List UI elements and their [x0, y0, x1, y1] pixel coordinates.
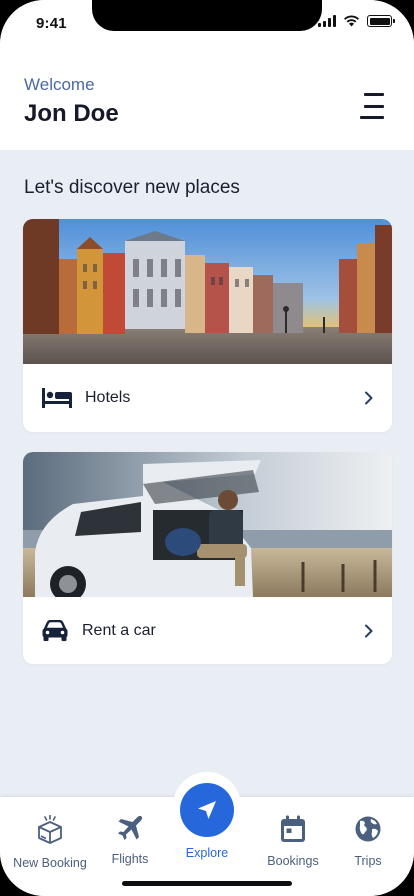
rent-a-car-card[interactable]: Rent a car	[23, 452, 392, 664]
menu-line	[364, 93, 384, 96]
chevron-right-icon[interactable]	[364, 391, 374, 405]
cellular-signal-icon	[318, 15, 336, 27]
header: 9:41 Welcome Jon Doe	[0, 0, 414, 150]
car-icon	[42, 619, 68, 641]
wifi-icon	[344, 15, 359, 27]
section-title: Let's discover new places	[24, 177, 240, 198]
airplane-icon	[118, 815, 143, 840]
status-time: 9:41	[36, 15, 67, 32]
nav-label: Explore	[185, 846, 229, 860]
box-icon	[38, 814, 62, 844]
status-icons	[318, 15, 395, 27]
card-label: Hotels	[85, 389, 131, 406]
device-notch	[92, 0, 322, 31]
navigation-arrow-icon	[198, 801, 216, 819]
nav-label: Trips	[354, 854, 382, 868]
hotels-image	[23, 219, 392, 364]
app-screen: 9:41 Welcome Jon Doe Let's discover new …	[0, 0, 414, 896]
user-name: Jon Doe	[24, 100, 119, 127]
chevron-right-icon[interactable]	[364, 624, 374, 638]
bed-icon	[42, 388, 72, 408]
nav-item-trips[interactable]: Trips	[323, 815, 413, 868]
menu-line	[360, 116, 384, 119]
card-label: Rent a car	[82, 621, 156, 639]
home-indicator	[122, 881, 292, 886]
rent-a-car-row: Rent a car	[23, 597, 392, 664]
nav-item-explore[interactable]	[180, 783, 234, 837]
nav-item-new-booking[interactable]: New Booking	[5, 814, 95, 870]
menu-button[interactable]	[358, 91, 388, 121]
calendar-icon	[281, 815, 305, 842]
hotels-card[interactable]: Hotels	[23, 219, 392, 432]
nav-label: New Booking	[13, 856, 87, 870]
menu-line	[364, 104, 384, 108]
hotels-row: Hotels	[23, 364, 392, 432]
battery-icon	[367, 15, 395, 27]
globe-icon	[355, 816, 381, 842]
rent-a-car-image	[23, 452, 392, 597]
welcome-text: Welcome	[24, 75, 95, 94]
nav-item-explore-label[interactable]: Explore	[162, 840, 252, 860]
